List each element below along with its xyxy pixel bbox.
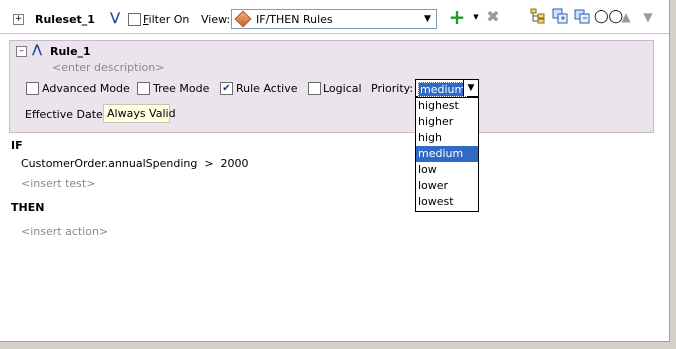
priority-option[interactable]: low <box>416 162 478 178</box>
if-heading: IF <box>11 139 23 152</box>
move-up-icon[interactable]: ▲ <box>617 8 635 26</box>
then-heading: THEN <box>11 201 45 214</box>
expand-icon[interactable]: + <box>13 14 24 25</box>
description-input[interactable]: <enter description> <box>52 61 164 74</box>
chevron-down-icon[interactable]: ▼ <box>463 80 478 96</box>
tree-icon[interactable] <box>529 8 547 26</box>
filter-checkbox[interactable] <box>128 13 141 26</box>
priority-selected-value: medium <box>418 82 468 97</box>
priority-select[interactable]: medium ▼ <box>415 79 479 97</box>
tree-mode-checkbox[interactable] <box>137 82 150 95</box>
priority-option[interactable]: high <box>416 130 478 146</box>
condition-test[interactable]: CustomerOrder.annualSpending > 2000 <box>21 157 249 170</box>
dropdown-arrow-icon[interactable]: ▼ <box>467 8 485 26</box>
rules-editor-panel: + Ruleset_1 ⋁ Filter On View: IF/THEN Ru… <box>0 0 670 342</box>
delete-icon[interactable]: ✖ <box>484 8 502 26</box>
ifthen-diamond-icon <box>234 10 252 28</box>
window-edge-right <box>670 0 676 349</box>
advanced-mode-label: Advanced Mode <box>42 82 130 95</box>
view-label: View: <box>201 13 231 26</box>
priority-label: Priority: <box>371 82 414 95</box>
move-down-icon[interactable]: ▼ <box>639 8 657 26</box>
paste-icon[interactable] <box>573 8 591 26</box>
view-select-value: IF/THEN Rules <box>256 13 333 26</box>
insert-test-placeholder[interactable]: <insert test> <box>21 177 95 190</box>
chevron-double-down-icon[interactable]: ⋁ <box>110 10 120 24</box>
filter-label: Filter On <box>143 13 190 26</box>
chevron-double-up-icon[interactable]: ⋀ <box>32 42 42 56</box>
rule-active-checkbox[interactable]: ✔ <box>220 82 233 95</box>
priority-option[interactable]: higher <box>416 114 478 130</box>
rule-name[interactable]: Rule_1 <box>50 45 91 58</box>
logical-checkbox[interactable] <box>308 82 321 95</box>
view-select[interactable]: IF/THEN Rules ▼ <box>231 9 437 29</box>
advanced-mode-checkbox[interactable] <box>26 82 39 95</box>
add-icon[interactable]: + <box>448 7 466 27</box>
insert-action-placeholder[interactable]: <insert action> <box>21 225 108 238</box>
window-edge-bottom <box>0 342 676 349</box>
glasses-icon[interactable]: ◯◯ <box>594 8 623 26</box>
collapse-icon[interactable]: – <box>16 46 27 57</box>
priority-option[interactable]: lower <box>416 178 478 194</box>
priority-option-selected[interactable]: medium <box>416 146 478 162</box>
priority-dropdown-list: highest higher high medium low lower low… <box>415 97 479 212</box>
priority-option[interactable]: lowest <box>416 194 478 210</box>
effective-date-label: Effective Date: <box>25 108 107 121</box>
priority-option[interactable]: highest <box>416 98 478 114</box>
logical-label: Logical <box>323 82 362 95</box>
tree-mode-label: Tree Mode <box>153 82 210 95</box>
effective-date-field[interactable]: Always Valid <box>103 104 176 123</box>
rule-active-label: Rule Active <box>236 82 298 95</box>
chevron-down-icon[interactable]: ▼ <box>418 10 436 28</box>
copy-icon[interactable] <box>551 8 569 26</box>
ruleset-name[interactable]: Ruleset_1 <box>35 13 95 26</box>
ruleset-toolbar: + Ruleset_1 ⋁ Filter On View: IF/THEN Ru… <box>0 5 669 34</box>
